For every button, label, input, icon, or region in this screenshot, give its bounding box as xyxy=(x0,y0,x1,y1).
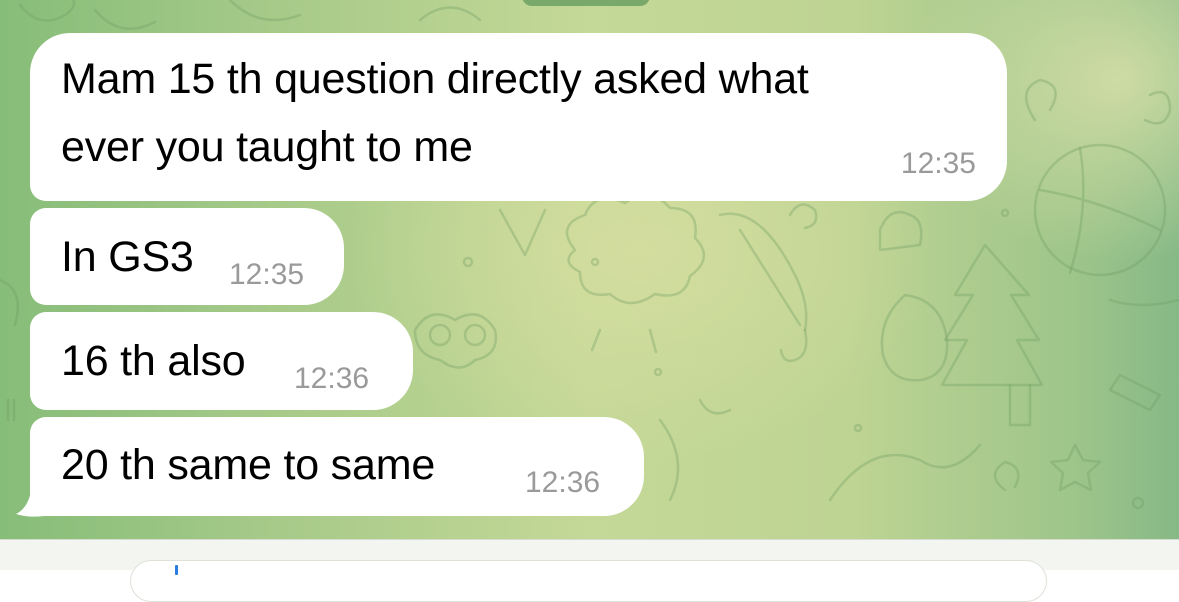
message-input[interactable] xyxy=(130,560,1047,602)
message-text: Mam 15 th question directly asked what e… xyxy=(61,45,809,181)
message-timestamp: 12:35 xyxy=(229,258,305,291)
message-text: 16 th also xyxy=(61,337,246,385)
message-text: In GS3 xyxy=(61,233,194,281)
bubble-tail-icon xyxy=(16,478,44,517)
message-timestamp: 12:36 xyxy=(294,362,370,395)
message-text: 20 th same to same xyxy=(61,441,436,489)
message-text-line: ever you taught to me xyxy=(61,123,473,171)
message-text-line: Mam 15 th question directly asked what xyxy=(61,55,809,103)
message-bubble[interactable]: Mam 15 th question directly asked what e… xyxy=(30,33,1007,201)
text-caret xyxy=(175,565,178,575)
message-bubble[interactable]: 16 th also 12:36 xyxy=(30,312,413,410)
message-timestamp: 12:36 xyxy=(525,466,601,499)
message-timestamp: 12:35 xyxy=(900,147,976,180)
message-bubble[interactable]: In GS3 12:35 xyxy=(30,208,344,305)
message-bubble[interactable]: 20 th same to same 12:36 xyxy=(30,417,644,516)
input-bar xyxy=(0,539,1179,602)
date-pill xyxy=(522,0,650,6)
